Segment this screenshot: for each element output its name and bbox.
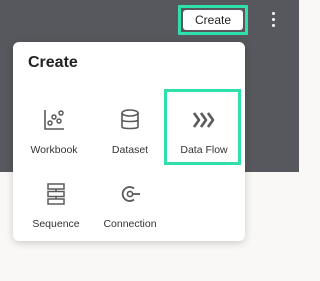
menu-item-dataset[interactable]: Dataset [91,100,169,170]
menu-item-sequence[interactable]: Sequence [17,174,95,244]
menu-item-workbook[interactable]: Workbook [15,100,93,170]
menu-item-label: Connection [103,218,157,230]
menu-item-label: Sequence [32,218,80,230]
sequence-icon [47,183,65,205]
workbook-chart-icon [44,110,64,130]
kebab-menu-icon[interactable] [266,10,280,30]
create-button[interactable]: Create [183,10,243,30]
menu-item-label: Workbook [30,144,78,156]
menu-item-connection[interactable]: Connection [91,174,169,244]
create-menu-title: Create [28,54,78,71]
database-icon [121,109,139,130]
create-button-highlight: Create [178,5,248,35]
data-flow-highlight [164,89,241,165]
menu-item-label: Dataset [111,144,149,156]
connection-icon [121,186,140,202]
